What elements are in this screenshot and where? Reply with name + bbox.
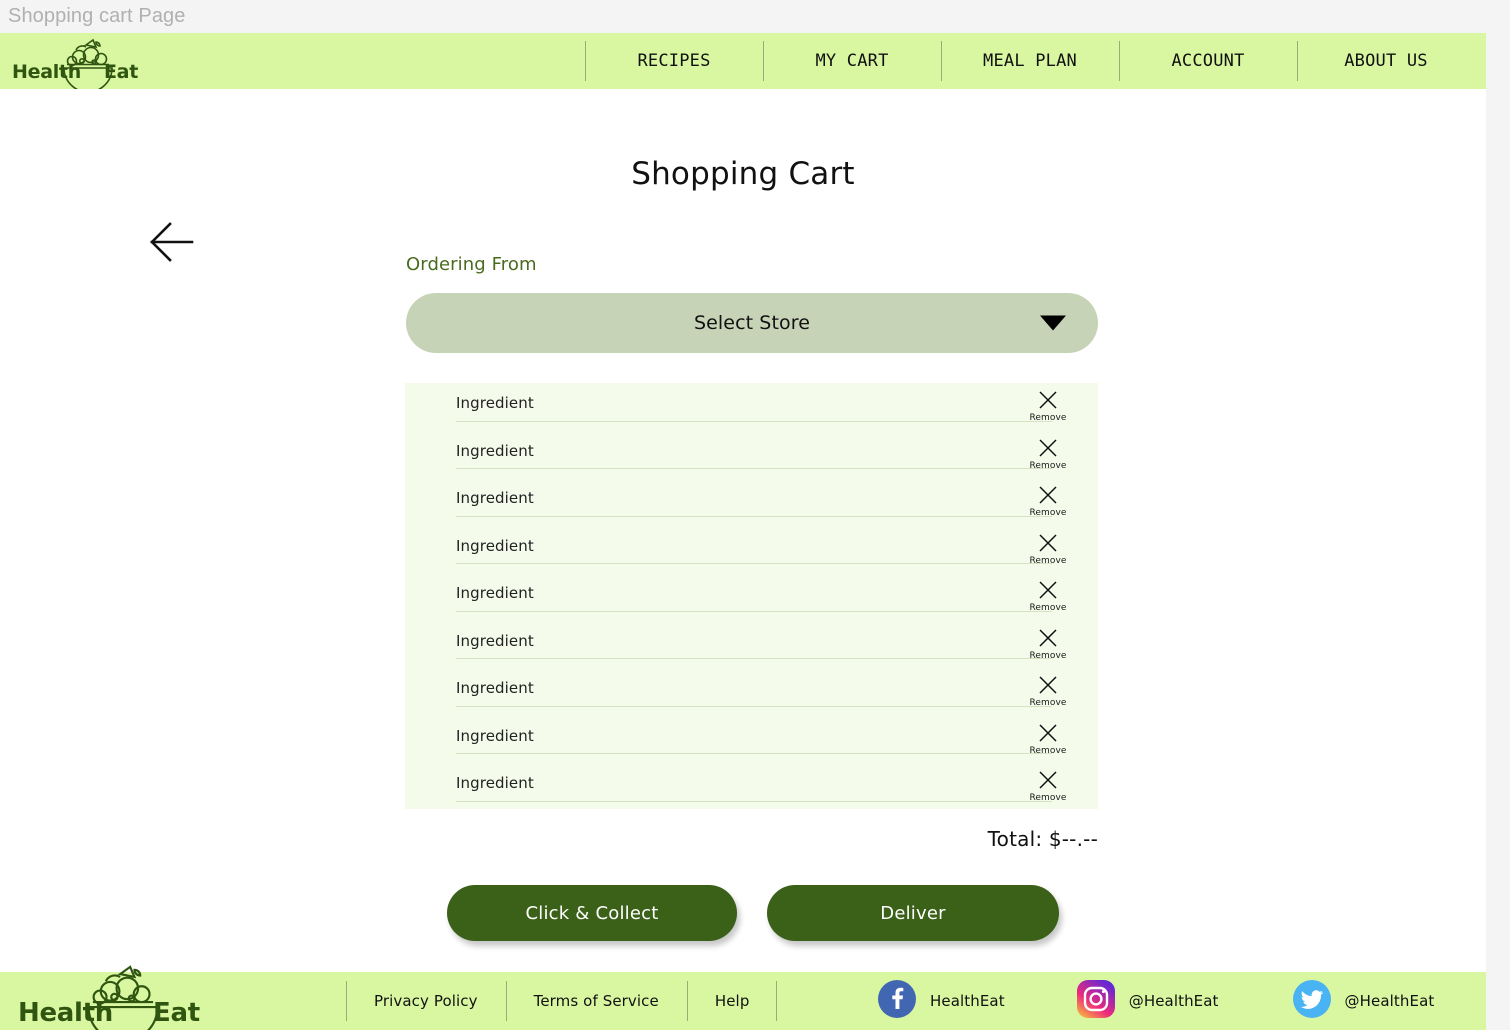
list-item: Ingredient Remove: [405, 763, 1098, 809]
ingredient-name: Ingredient: [456, 536, 534, 555]
remove-ingredient-button[interactable]: Remove: [1024, 769, 1072, 803]
remove-label: Remove: [1029, 413, 1067, 423]
remove-ingredient-button[interactable]: Remove: [1024, 579, 1072, 613]
nav-item-about-us[interactable]: ABOUT US: [1297, 33, 1475, 89]
store-select-value: Select Store: [693, 312, 811, 334]
nav-item-account[interactable]: ACCOUNT: [1119, 33, 1297, 89]
social-link-twitter[interactable]: @HealthEat: [1292, 979, 1435, 1023]
row-divider: [456, 658, 1052, 659]
click-and-collect-button[interactable]: Click & Collect: [447, 885, 737, 941]
ingredient-name: Ingredient: [456, 584, 534, 602]
remove-label: Remove: [1029, 745, 1067, 756]
main-navigation: RECIPES MY CART MEAL PLAN ACCOUNT ABOUT …: [585, 33, 1475, 89]
app-viewport: Health Eat RECIPES MY CART MEAL PLAN ACC…: [0, 33, 1486, 1030]
close-icon: [1036, 627, 1060, 652]
cart-actions: Click & Collect Deliver: [447, 885, 1059, 941]
instagram-icon: [1076, 979, 1115, 1023]
page-title-text: Shopping cart Page: [8, 5, 186, 27]
row-divider: [456, 468, 1052, 469]
remove-label: Remove: [1029, 555, 1067, 566]
remove-label: Remove: [1029, 793, 1067, 803]
close-icon: [1036, 722, 1060, 747]
list-item: Ingredient Remove: [405, 716, 1098, 764]
list-item: Ingredient Remove: [405, 526, 1098, 574]
twitter-handle: @HealthEat: [1344, 992, 1435, 1010]
close-icon: [1036, 532, 1060, 557]
remove-label: Remove: [1029, 460, 1067, 471]
ingredient-name: Ingredient: [456, 774, 534, 792]
ordering-from-label: Ordering From: [406, 254, 537, 275]
deliver-button[interactable]: Deliver: [767, 885, 1059, 941]
list-item: Ingredient Remove: [405, 573, 1098, 621]
close-icon: [1036, 484, 1060, 509]
list-item: Ingredient Remove: [405, 478, 1098, 526]
remove-label: Remove: [1029, 508, 1067, 518]
row-divider: [456, 705, 1052, 707]
ingredient-name: Ingredient: [456, 441, 534, 460]
remove-ingredient-button[interactable]: Remove: [1024, 437, 1072, 471]
back-arrow-icon[interactable]: [148, 217, 194, 267]
instagram-handle: @HealthEat: [1128, 992, 1219, 1010]
row-divider: [456, 420, 1052, 422]
row-divider: [456, 753, 1052, 754]
remove-label: Remove: [1029, 603, 1067, 613]
site-header: Health Eat RECIPES MY CART MEAL PLAN ACC…: [0, 33, 1486, 93]
row-divider: [456, 800, 1052, 802]
footer-link-privacy-policy[interactable]: Privacy Policy: [346, 972, 506, 1030]
close-icon: [1036, 769, 1060, 794]
social-link-instagram[interactable]: @HealthEat: [1076, 979, 1219, 1023]
ingredient-name: Ingredient: [456, 631, 534, 650]
ingredient-name: Ingredient: [456, 394, 534, 412]
remove-label: Remove: [1029, 650, 1067, 661]
list-item: Ingredient Remove: [405, 431, 1098, 479]
footer-link-help[interactable]: Help: [686, 972, 778, 1030]
facebook-handle: HealthEat: [930, 992, 1005, 1010]
footer-link-terms-of-service[interactable]: Terms of Service: [505, 972, 687, 1030]
row-divider: [456, 563, 1052, 564]
site-footer: Health Eat Privacy Policy Terms of Servi…: [0, 965, 1486, 1030]
facebook-icon: [878, 979, 916, 1023]
list-item: Ingredient Remove: [405, 668, 1098, 716]
main-content: Shopping Cart Ordering From Select Store…: [0, 89, 1486, 972]
row-divider: [456, 610, 1052, 612]
ingredient-name: Ingredient: [456, 726, 534, 745]
close-icon: [1036, 437, 1060, 462]
remove-ingredient-button[interactable]: Remove: [1024, 674, 1072, 708]
remove-ingredient-button[interactable]: Remove: [1024, 484, 1072, 518]
chevron-down-icon: [1040, 315, 1066, 331]
remove-label: Remove: [1029, 698, 1067, 708]
ingredient-list: Ingredient Remove Ingredient Remove Ingr…: [405, 383, 1098, 809]
row-divider: [456, 515, 1052, 517]
list-item: Ingredient Remove: [405, 621, 1098, 669]
ingredient-name: Ingredient: [456, 679, 534, 697]
page-heading: Shopping Cart: [631, 156, 855, 192]
footer-logo-word-eat: Eat: [153, 998, 200, 1028]
footer-logo[interactable]: Health Eat: [18, 965, 248, 1030]
close-icon: [1036, 674, 1060, 699]
header-logo[interactable]: Health Eat: [10, 33, 160, 93]
page-title-bar: Shopping cart Page: [0, 0, 1510, 33]
store-select-dropdown[interactable]: Select Store: [406, 293, 1098, 353]
list-item: Ingredient Remove: [405, 383, 1098, 431]
social-link-facebook[interactable]: HealthEat: [878, 979, 1005, 1023]
twitter-icon: [1292, 979, 1331, 1023]
remove-ingredient-button[interactable]: Remove: [1024, 627, 1072, 661]
nav-item-my-cart[interactable]: MY CART: [763, 33, 941, 89]
logo-word-eat: Eat: [104, 61, 138, 83]
remove-ingredient-button[interactable]: Remove: [1024, 722, 1072, 756]
cart-total: Total: $--.--: [987, 827, 1098, 851]
ingredient-name: Ingredient: [456, 489, 534, 507]
nav-item-meal-plan[interactable]: MEAL PLAN: [941, 33, 1119, 89]
footer-links: Privacy Policy Terms of Service Help: [346, 972, 778, 1030]
nav-item-recipes[interactable]: RECIPES: [585, 33, 763, 89]
remove-ingredient-button[interactable]: Remove: [1024, 532, 1072, 566]
remove-ingredient-button[interactable]: Remove: [1024, 389, 1072, 423]
social-links: HealthEat @HealthEat @HealthEat: [878, 972, 1434, 1030]
close-icon: [1036, 389, 1060, 414]
close-icon: [1036, 579, 1060, 604]
